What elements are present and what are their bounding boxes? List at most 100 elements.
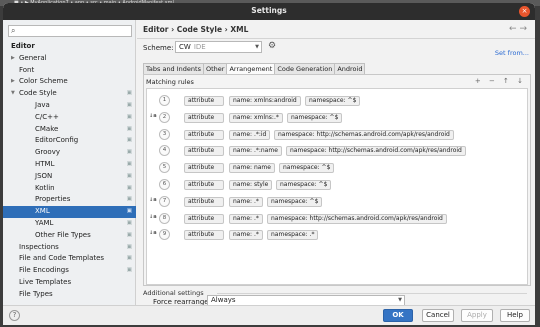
sidebar-item-html[interactable]: HTML ▣: [3, 159, 136, 171]
arrangement-rule[interactable]: 1 attribute name: xmlns:android namespace: …: [147, 93, 527, 110]
rule-name-token[interactable]: name: xmlns:android: [229, 96, 301, 106]
rule-type-token[interactable]: attribute: [184, 129, 224, 140]
search-input[interactable]: [21, 27, 129, 36]
sidebar-item-editor[interactable]: Editor: [3, 41, 136, 53]
apply-button[interactable]: Apply: [461, 309, 493, 322]
sidebar-item-c-c[interactable]: C/C++ ▣: [3, 112, 136, 124]
rule-namespace-token[interactable]: namespace: ^$: [276, 180, 332, 190]
rule-name-token[interactable]: name: name: [229, 163, 275, 174]
ok-button[interactable]: OK: [383, 309, 413, 322]
rule-type-token[interactable]: attribute: [184, 213, 224, 224]
arrangement-rule[interactable]: ↓a 2 attribute name: xmlns:.* namespace: ^$: [147, 110, 527, 127]
sidebar-item-label: File Types: [19, 289, 53, 298]
rule-name-token[interactable]: name: .*: [229, 196, 263, 207]
settings-sidebar: ⌕ Editor ▶ General Font ▶ Color Scheme ▼ Code S…: [3, 20, 136, 305]
sidebar-item-label: CMake: [35, 124, 59, 133]
rule-namespace-token[interactable]: namespace: ^$: [267, 196, 323, 207]
main-panel: Editor › Code Style › XML ← → Scheme: CW…: [137, 20, 535, 306]
rule-namespace-token[interactable]: namespace: ^$: [279, 163, 335, 174]
rule-type-token[interactable]: attribute: [184, 180, 224, 190]
arrangement-rule[interactable]: 4 attribute name: .*:name namespace: http:/…: [147, 143, 527, 160]
sort-order-icon[interactable]: ↓a: [149, 113, 157, 119]
expanded-arrow-icon[interactable]: ▼: [11, 88, 15, 100]
arrangement-rule[interactable]: 5 attribute name: name namespace: ^$: [147, 160, 527, 177]
rule-namespace-token[interactable]: namespace: http://schemas.android.com/ap…: [274, 129, 454, 140]
rule-name-token[interactable]: name: .*:id: [229, 129, 271, 140]
sort-order-icon[interactable]: ↓a: [149, 197, 157, 203]
sidebar-item-file-encodings[interactable]: File Encodings ▣: [3, 265, 136, 277]
sidebar-item-groovy[interactable]: Groovy ▣: [3, 147, 136, 159]
tab-code-generation[interactable]: Code Generation: [274, 63, 336, 74]
set-from-link[interactable]: Set from...: [495, 49, 529, 57]
rule-number: 4: [159, 145, 170, 157]
collapsed-arrow-icon[interactable]: ▶: [11, 76, 15, 88]
rule-type-token[interactable]: attribute: [184, 112, 224, 123]
sidebar-item-java[interactable]: Java ▣: [3, 100, 136, 112]
rule-type-token[interactable]: attribute: [184, 230, 224, 241]
rule-type-token[interactable]: attribute: [184, 163, 224, 174]
arrangement-rule[interactable]: 3 attribute name: .*:id namespace: http://s…: [147, 127, 527, 144]
sidebar-item-code-style[interactable]: ▼ Code Style ▣: [3, 88, 136, 100]
sidebar-item-label: Code Style: [19, 89, 57, 98]
rule-namespace-token[interactable]: namespace: ^$: [287, 112, 343, 123]
arrangement-rule[interactable]: ↓a 7 attribute name: .* namespace: ^$: [147, 194, 527, 211]
sidebar-item-cmake[interactable]: CMake ▣: [3, 124, 136, 136]
scheme-dropdown[interactable]: CW IDE ▼: [175, 41, 262, 53]
rule-namespace-token[interactable]: namespace: http://schemas.android.com/ap…: [267, 213, 447, 224]
sidebar-item-file-types[interactable]: File Types: [3, 289, 136, 301]
sidebar-item-yaml[interactable]: YAML ▣: [3, 218, 136, 230]
cancel-button[interactable]: Cancel: [422, 309, 454, 322]
sidebar-item-kotlin[interactable]: Kotlin ▣: [3, 183, 136, 195]
collapsed-arrow-icon[interactable]: ▶: [11, 53, 15, 65]
breadcrumb: Editor › Code Style › XML: [143, 25, 249, 34]
sidebar-item-color-scheme[interactable]: ▶ Color Scheme: [3, 76, 136, 88]
arrangement-panel: Matching rules + − ↑ ↓ 1 attribute name: x…: [143, 74, 531, 286]
rule-name-token[interactable]: name: xmlns:.*: [229, 112, 283, 123]
help-icon[interactable]: ?: [9, 310, 20, 321]
rule-type-token[interactable]: attribute: [184, 96, 224, 106]
sidebar-item-inspections[interactable]: Inspections ▣: [3, 242, 136, 254]
rule-type-token[interactable]: attribute: [184, 196, 224, 207]
arrangement-rule[interactable]: 6 attribute name: style namespace: ^$: [147, 177, 527, 194]
rule-name-token[interactable]: name: style: [229, 180, 273, 190]
tab-arrangement[interactable]: Arrangement: [226, 63, 276, 74]
sort-order-icon[interactable]: ↓a: [149, 214, 157, 220]
rule-namespace-token[interactable]: namespace: .*: [267, 230, 319, 241]
nav-arrows[interactable]: ← →: [509, 24, 527, 34]
gear-icon[interactable]: ⚙: [268, 41, 276, 51]
rule-toolbar[interactable]: + − ↑ ↓: [475, 77, 526, 85]
rule-namespace-token[interactable]: namespace: ^$: [305, 96, 361, 106]
sidebar-item-properties[interactable]: Properties ▣: [3, 194, 136, 206]
sidebar-item-editorconfig[interactable]: EditorConfig ▣: [3, 135, 136, 147]
rule-type-token[interactable]: attribute: [184, 146, 224, 157]
sidebar-item-general[interactable]: ▶ General: [3, 53, 136, 65]
arrangement-rule[interactable]: ↓a 9 attribute name: .* namespace: .*: [147, 227, 527, 244]
sidebar-item-json[interactable]: JSON ▣: [3, 171, 136, 183]
sidebar-item-font[interactable]: Font: [3, 65, 136, 77]
chevron-down-icon: ▼: [398, 297, 402, 303]
sidebar-item-label: JSON: [35, 171, 53, 180]
sidebar-item-live-templates[interactable]: Live Templates: [3, 277, 136, 289]
window-title: Settings: [251, 6, 287, 15]
help-button[interactable]: Help: [500, 309, 530, 322]
rule-name-token[interactable]: name: .*: [229, 230, 263, 241]
sidebar-item-label: Properties: [35, 195, 71, 204]
rule-namespace-token[interactable]: namespace: http://schemas.android.com/ap…: [286, 146, 466, 157]
sidebar-item-xml[interactable]: XML ▣: [3, 206, 136, 218]
search-box[interactable]: ⌕: [8, 25, 132, 37]
tab-other[interactable]: Other: [202, 63, 228, 74]
sidebar-item-label: Live Templates: [19, 277, 72, 286]
close-button[interactable]: ×: [519, 6, 530, 17]
sidebar-item-other-file-types[interactable]: Other File Types ▣: [3, 230, 136, 242]
sort-order-icon[interactable]: ↓a: [149, 230, 157, 236]
arrangement-rule[interactable]: ↓a 8 attribute name: .* namespace: http://sc…: [147, 211, 527, 228]
rule-number: 6: [159, 179, 170, 190]
sidebar-item-file-and-code-templates[interactable]: File and Code Templates ▣: [3, 253, 136, 265]
title-bar[interactable]: Settings ×: [3, 3, 535, 20]
sidebar-item-label: Inspections: [19, 242, 59, 251]
tab-tabs-and-indents[interactable]: Tabs and Indents: [143, 63, 204, 74]
sidebar-item-label: Groovy: [35, 148, 60, 157]
tab-android[interactable]: Android: [334, 63, 366, 74]
rule-name-token[interactable]: name: .*:name: [229, 146, 282, 157]
rule-name-token[interactable]: name: .*: [229, 213, 263, 224]
